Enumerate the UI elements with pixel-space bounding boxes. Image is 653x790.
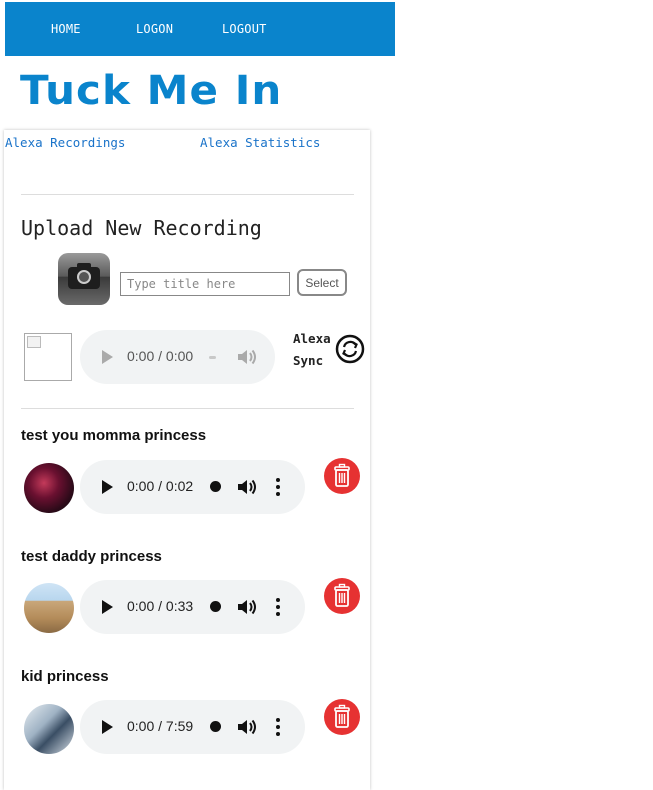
nav-home-link[interactable]: HOME xyxy=(51,22,81,36)
play-icon[interactable] xyxy=(102,600,113,614)
volume-icon[interactable] xyxy=(236,717,258,737)
volume-icon[interactable] xyxy=(236,477,258,497)
delete-recording-button[interactable] xyxy=(324,699,360,735)
recording-title: test you momma princess xyxy=(21,427,207,444)
delete-recording-button[interactable] xyxy=(324,458,360,494)
audio-time: 0:00 / 0:02 xyxy=(127,478,194,494)
main-panel: Alexa Recordings Alexa Statistics Upload… xyxy=(4,130,370,790)
alexa-statistics-link[interactable]: Alexa Statistics xyxy=(200,135,320,150)
upload-audio-player: 0:00 / 0:00 xyxy=(80,330,275,384)
recording-audio-player: 0:00 / 0:33 xyxy=(80,580,305,634)
play-icon[interactable] xyxy=(102,480,113,494)
audio-time: 0:00 / 7:59 xyxy=(127,718,194,734)
sync-icon[interactable] xyxy=(335,334,365,364)
broken-image-placeholder xyxy=(24,333,72,381)
delete-recording-button[interactable] xyxy=(324,578,360,614)
recording-title: test daddy princess xyxy=(21,548,162,565)
upload-heading: Upload New Recording xyxy=(21,216,262,240)
trash-icon xyxy=(334,583,350,607)
recording-audio-player: 0:00 / 0:02 xyxy=(80,460,305,514)
trash-icon xyxy=(334,704,350,728)
more-vert-icon[interactable] xyxy=(276,598,280,616)
more-vert-icon[interactable] xyxy=(276,478,280,496)
nav-logon-link[interactable]: LOGON xyxy=(136,22,173,36)
audio-time: 0:00 / 0:00 xyxy=(127,348,194,364)
alexa-sync-line1: Alexa xyxy=(293,331,331,346)
seek-handle[interactable] xyxy=(210,601,221,612)
audio-progress[interactable] xyxy=(209,356,216,359)
audio-time: 0:00 / 0:33 xyxy=(127,598,194,614)
camera-lens xyxy=(77,270,91,284)
broken-image-icon xyxy=(27,336,41,348)
divider xyxy=(21,408,354,409)
alexa-recordings-link[interactable]: Alexa Recordings xyxy=(5,135,125,150)
alexa-sync-line2: Sync xyxy=(293,353,324,368)
seek-handle[interactable] xyxy=(210,481,221,492)
recording-title: kid princess xyxy=(21,668,109,685)
seek-handle[interactable] xyxy=(210,721,221,732)
divider xyxy=(21,194,354,195)
more-vert-icon[interactable] xyxy=(276,718,280,736)
alexa-sync-label: Alexa Sync xyxy=(293,328,331,372)
select-file-button[interactable]: Select xyxy=(297,269,347,296)
play-icon[interactable] xyxy=(102,720,113,734)
top-nav-bar: HOME LOGON LOGOUT xyxy=(5,2,395,56)
recording-title-input[interactable] xyxy=(120,272,290,296)
nav-logout-link[interactable]: LOGOUT xyxy=(222,22,267,36)
volume-icon[interactable] xyxy=(236,347,258,367)
play-icon[interactable] xyxy=(102,350,113,364)
camera-icon[interactable] xyxy=(58,253,110,305)
volume-icon[interactable] xyxy=(236,597,258,617)
recording-audio-player: 0:00 / 7:59 xyxy=(80,700,305,754)
brand-logo-title: Tuck Me In xyxy=(20,68,283,114)
recording-thumbnail xyxy=(24,704,74,754)
trash-icon xyxy=(334,463,350,487)
recording-thumbnail xyxy=(24,583,74,633)
recording-thumbnail xyxy=(24,463,74,513)
